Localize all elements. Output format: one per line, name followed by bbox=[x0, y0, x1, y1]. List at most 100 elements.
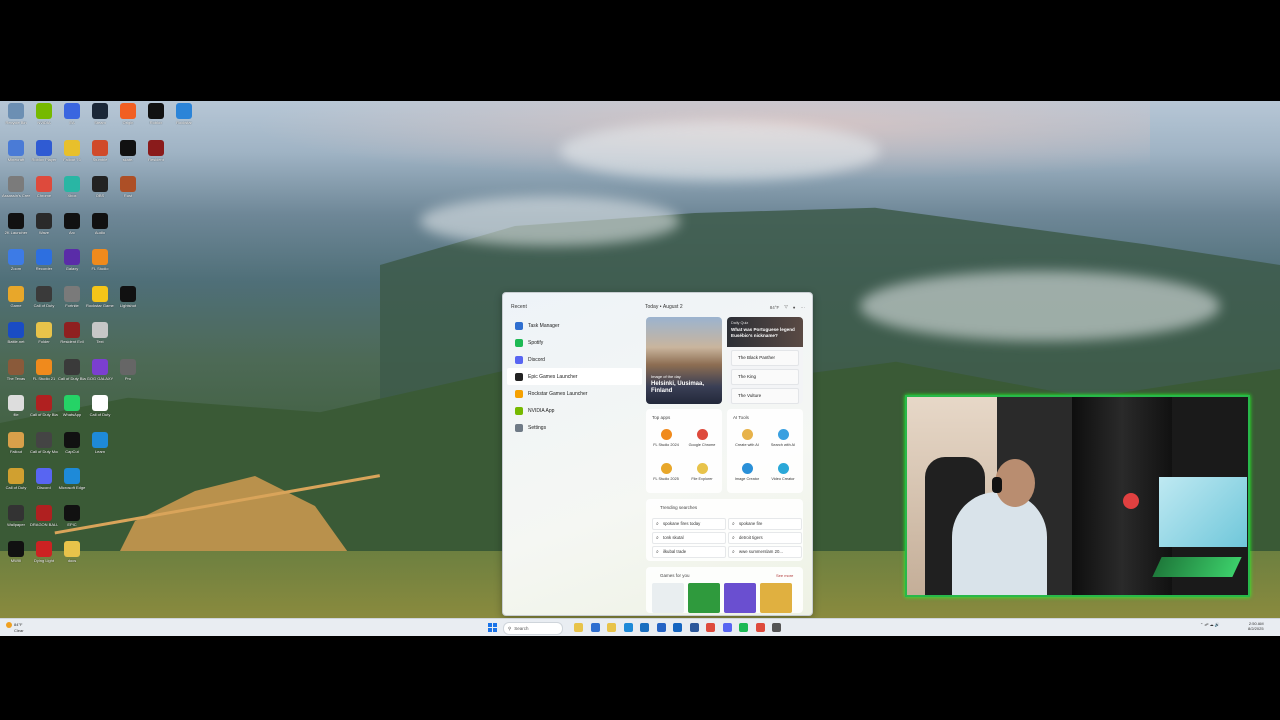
desktop-icon[interactable]: docs bbox=[58, 541, 86, 575]
desktop-icon[interactable]: Battle.net bbox=[2, 322, 30, 356]
ai-tool-tile[interactable]: Create with AI bbox=[730, 429, 764, 447]
desktop-icon[interactable]: FL Studio bbox=[86, 249, 114, 283]
trending-search-item[interactable]: wwe summerslam 20... bbox=[728, 546, 802, 558]
discord-icon[interactable] bbox=[722, 623, 732, 632]
desktop-icon[interactable]: GOG GALAXY bbox=[86, 358, 114, 393]
taskbar-clock[interactable]: 2:50 AM 8/2/2025 bbox=[1248, 621, 1264, 631]
file-explorer-icon[interactable] bbox=[574, 623, 583, 632]
desktop-icon[interactable]: DRAGON BALL bbox=[30, 504, 58, 539]
desktop-icon[interactable]: Recorder bbox=[30, 249, 58, 283]
desktop-icon[interactable]: NVIDIA bbox=[30, 103, 58, 137]
game-tile-bubble[interactable] bbox=[724, 583, 756, 613]
desktop-icon[interactable]: EA bbox=[58, 103, 86, 137]
desktop-icon[interactable]: EPIC bbox=[58, 504, 86, 539]
desktop-icon[interactable]: Resident bbox=[142, 139, 170, 174]
desktop-icon[interactable]: MWIII bbox=[2, 541, 30, 575]
desktop-icon[interactable]: Minecraft bbox=[2, 139, 30, 174]
desktop-icon[interactable]: Fallout 76 bbox=[58, 139, 86, 174]
desktop-icon[interactable]: Call of Duty bbox=[30, 285, 58, 320]
desktop-icon[interactable]: Rockstar bbox=[170, 103, 198, 137]
start-button-windows-icon[interactable] bbox=[488, 623, 497, 632]
desktop-icon[interactable]: Call of Duty Black Ops bbox=[30, 395, 58, 429]
calendar-icon[interactable] bbox=[656, 623, 666, 632]
desktop-icon[interactable]: Xbox bbox=[58, 176, 86, 210]
quiz-option[interactable]: The Black Panther bbox=[731, 350, 799, 366]
folder-icon[interactable] bbox=[607, 623, 616, 632]
desktop-icon[interactable]: skate. bbox=[114, 139, 142, 174]
photos-icon[interactable] bbox=[623, 623, 633, 632]
desktop-icon[interactable]: Roblox Player bbox=[30, 139, 58, 174]
desktop-icon[interactable]: FL Studio 21 bbox=[30, 358, 58, 393]
desktop-icon[interactable]: Pro bbox=[114, 358, 142, 393]
desktop-icon[interactable]: Fallout bbox=[2, 431, 30, 466]
game-tile-cut-the-rope[interactable] bbox=[760, 583, 792, 613]
image-of-the-day-card[interactable]: Image of the day Helsinki, Uusimaa, Finl… bbox=[646, 317, 722, 404]
trending-search-item[interactable]: tonk skutal bbox=[652, 532, 726, 544]
top-app-tile[interactable]: FL Studio 2025 bbox=[649, 463, 683, 481]
desktop-icon[interactable]: Galaxy bbox=[58, 249, 86, 283]
recent-item[interactable]: NVIDIA App bbox=[507, 402, 642, 419]
desktop-icon[interactable]: Rockstar Games bbox=[86, 285, 114, 320]
desktop-icon[interactable]: Folder bbox=[30, 322, 58, 356]
profile-icon[interactable]: ● bbox=[793, 305, 796, 310]
desktop-icon[interactable]: 2K Launcher bbox=[2, 212, 30, 247]
recent-item[interactable]: Spotify bbox=[507, 334, 642, 351]
desktop-icon[interactable]: Rust bbox=[114, 176, 142, 210]
trending-search-item[interactable]: spokane fires today bbox=[652, 518, 726, 530]
desktop-icon[interactable]: CapCut bbox=[58, 431, 86, 466]
store-icon[interactable] bbox=[590, 623, 600, 632]
ai-tool-tile[interactable]: Image Creator bbox=[730, 463, 764, 481]
more-options-icon[interactable]: ··· bbox=[801, 305, 806, 310]
top-app-tile[interactable]: Google Chrome bbox=[685, 429, 719, 447]
desktop-icon[interactable]: Discord bbox=[30, 468, 58, 502]
desktop-icon[interactable]: Steam bbox=[86, 103, 114, 137]
desktop-icon[interactable]: Learn bbox=[86, 431, 114, 466]
top-app-tile[interactable]: FL Studio 2024 bbox=[649, 429, 683, 447]
trending-search-item[interactable]: spokane fire bbox=[728, 518, 802, 530]
desktop-icon[interactable]: Arc bbox=[58, 212, 86, 247]
trending-search-item[interactable]: ilkubal trade bbox=[652, 546, 726, 558]
desktop-icon[interactable]: Call of Duty bbox=[2, 468, 30, 502]
chrome-icon[interactable] bbox=[706, 623, 715, 632]
desktop-icon[interactable]: Recycle Bin bbox=[2, 103, 30, 137]
desktop-icon[interactable]: Microsoft Edge bbox=[58, 468, 86, 502]
desktop-icon[interactable]: Game bbox=[2, 285, 30, 320]
desktop-icon[interactable]: Origin bbox=[114, 103, 142, 137]
desktop-icon[interactable]: file bbox=[2, 395, 30, 429]
desktop-icon[interactable]: Resident Evil bbox=[58, 322, 86, 356]
recent-item[interactable]: Task Manager bbox=[507, 317, 642, 334]
desktop-icon[interactable]: Assassin's Creed bbox=[2, 176, 30, 210]
desktop-icon[interactable]: Call of Duty Modern bbox=[30, 431, 58, 466]
see-more-link[interactable]: See more bbox=[776, 573, 793, 578]
game-tile-solitaire[interactable] bbox=[652, 583, 684, 613]
mail-icon[interactable] bbox=[673, 623, 682, 632]
settings-icon[interactable] bbox=[640, 623, 649, 632]
desktop-icon[interactable]: OBS bbox=[86, 176, 114, 210]
trending-search-item[interactable]: detroit tigers bbox=[728, 532, 802, 544]
desktop-icon[interactable]: Chrome bbox=[30, 176, 58, 210]
desktop-icon[interactable]: Roblox bbox=[142, 103, 170, 137]
desktop-icon[interactable]: Dying Light bbox=[30, 541, 58, 575]
recent-item[interactable]: Rockstar Games Launcher bbox=[507, 385, 642, 402]
ai-tool-tile[interactable]: Video Creator bbox=[766, 463, 800, 481]
recent-item[interactable]: Settings bbox=[507, 419, 642, 436]
recent-item[interactable]: Epic Games Launcher bbox=[507, 368, 642, 385]
game-tile-mahjong[interactable] bbox=[688, 583, 720, 613]
desktop-icon[interactable]: Stumble bbox=[86, 139, 114, 174]
filter-icon[interactable]: ▽ bbox=[784, 304, 787, 310]
ai-tool-tile[interactable]: Search with AI bbox=[766, 429, 800, 447]
word-icon[interactable] bbox=[689, 623, 699, 632]
desktop-icon[interactable]: Wave bbox=[30, 212, 58, 247]
desktop-icon[interactable]: Call of Duty bbox=[86, 395, 114, 429]
desktop-icon[interactable]: Call of Duty Black Ops bbox=[58, 358, 86, 393]
desktop-icon[interactable]: Fortnite bbox=[58, 285, 86, 320]
desktop-icon[interactable]: Lightshot bbox=[114, 285, 142, 320]
desktop-icon[interactable]: The Texas bbox=[2, 358, 30, 393]
taskbar-search-box[interactable]: ⚲ Search bbox=[503, 622, 563, 635]
quiz-option[interactable]: The Vulture bbox=[731, 388, 799, 404]
chrome-icon-2[interactable] bbox=[755, 623, 765, 632]
desktop-icon[interactable]: Zoom bbox=[2, 249, 30, 283]
quiz-option[interactable]: The King bbox=[731, 369, 799, 385]
desktop-icon[interactable]: Text bbox=[86, 322, 114, 356]
weather-widget[interactable]: 84°F Clear bbox=[6, 622, 24, 633]
